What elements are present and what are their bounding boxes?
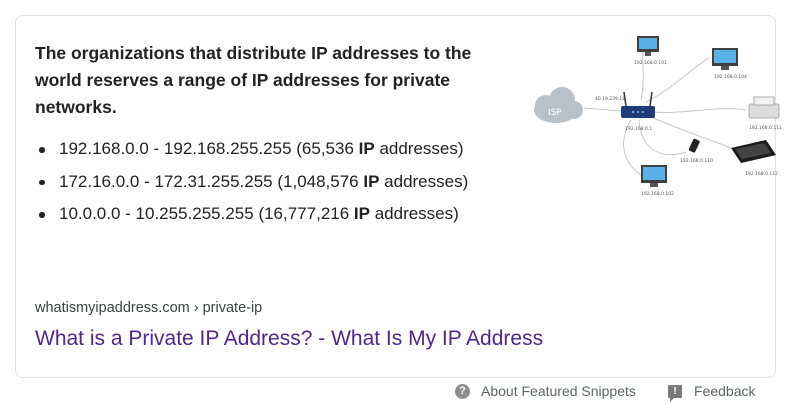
printer-icon: 192.168.0.111 bbox=[748, 96, 782, 131]
result-title-link[interactable]: What is a Private IP Address? - What Is … bbox=[35, 327, 543, 351]
svg-text:192.168.0.101: 192.168.0.101 bbox=[634, 60, 667, 66]
featured-snippet-card: The organizations that distribute IP add… bbox=[15, 15, 782, 378]
svg-text:192.168.0.104: 192.168.0.104 bbox=[714, 74, 747, 80]
monitor-icon: 192.168.0.102 bbox=[641, 165, 674, 197]
monitor-icon: 192.168.0.101 bbox=[634, 36, 667, 66]
svg-text:192.168.0.102: 192.168.0.102 bbox=[641, 191, 674, 197]
ip-range-list: 192.168.0.0 - 192.168.255.255 (65,536 IP… bbox=[35, 136, 515, 234]
cloud-icon: ISP bbox=[534, 87, 583, 123]
snippet-headline: The organizations that distribute IP add… bbox=[35, 43, 472, 117]
svg-text:192.168.0.110: 192.168.0.110 bbox=[680, 158, 713, 164]
wan-ip-label: 40.19.239.18 bbox=[595, 96, 625, 102]
cloud-label: ISP bbox=[548, 108, 562, 118]
list-item: 192.168.0.0 - 192.168.255.255 (65,536 IP… bbox=[35, 136, 515, 163]
feedback-flag-icon: ! bbox=[668, 384, 682, 402]
feedback-label: Feedback bbox=[694, 383, 756, 399]
router-icon: 192.168.0.1 40.19.239.18 bbox=[595, 91, 655, 132]
list-item: 172.16.0.0 - 172.31.255.255 (1,048,576 I… bbox=[35, 169, 515, 196]
phone-icon: 192.168.0.110 bbox=[680, 138, 713, 164]
question-circle-icon: ? bbox=[455, 383, 470, 399]
network-diagram-image[interactable]: ISP 192.168.0.1 40.19.239.18 192.168.0.1… bbox=[521, 20, 783, 210]
source-url: whatismyipaddress.com › private-ip bbox=[35, 300, 263, 316]
laptop-icon: 192.168.0.112 bbox=[731, 140, 778, 177]
monitor-icon: 192.168.0.104 bbox=[712, 48, 747, 80]
list-item: 10.0.0.0 - 10.255.255.255 (16,777,216 IP… bbox=[35, 201, 515, 228]
about-label: About Featured Snippets bbox=[481, 383, 636, 399]
about-featured-snippets-link[interactable]: ? About Featured Snippets bbox=[455, 383, 636, 399]
svg-text:192.168.0.111: 192.168.0.111 bbox=[749, 125, 782, 131]
svg-text:192.168.0.112: 192.168.0.112 bbox=[745, 171, 778, 177]
feedback-link[interactable]: ! Feedback bbox=[668, 383, 756, 402]
router-ip-label: 192.168.0.1 bbox=[625, 126, 652, 132]
